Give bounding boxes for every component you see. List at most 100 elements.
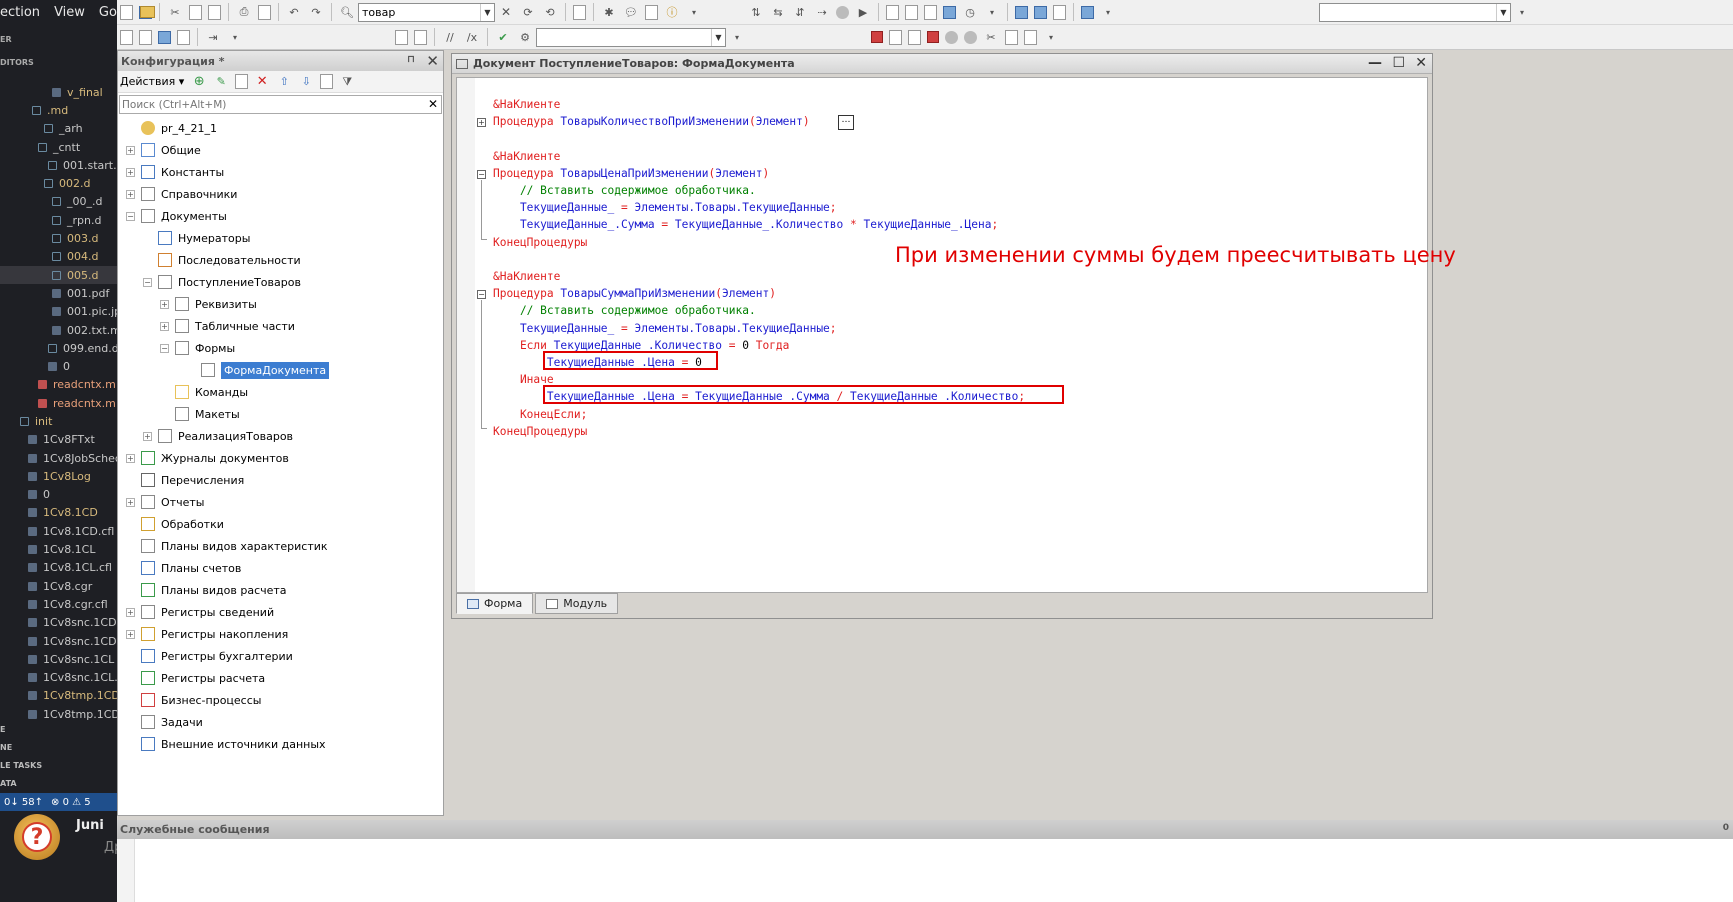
- config-tree-item[interactable]: Регистры расчета: [118, 667, 443, 689]
- file-tree-item[interactable]: _arh: [0, 120, 117, 138]
- run-debug-icon[interactable]: ⇥: [205, 29, 221, 45]
- file-tree-item[interactable]: init: [0, 412, 117, 430]
- procedures-icon[interactable]: ⚙: [517, 29, 533, 45]
- dropdown-icon[interactable]: ▾: [1043, 29, 1059, 45]
- config-tree-item[interactable]: Обработки: [118, 513, 443, 535]
- collapse-icon[interactable]: −: [143, 277, 152, 287]
- config-tree-item[interactable]: − Формы: [118, 337, 443, 359]
- debug-icon-5[interactable]: [945, 30, 958, 44]
- add-icon[interactable]: ⊕: [191, 74, 207, 90]
- collapsed-block-icon[interactable]: …: [838, 115, 854, 130]
- tasks-header[interactable]: LE TASKS: [0, 756, 117, 774]
- file-tree-item[interactable]: v_final: [0, 83, 117, 101]
- file-tree-item[interactable]: 1Cv8JobSchec: [0, 449, 117, 467]
- config-tree-item[interactable]: Регистры бухгалтерии: [118, 645, 443, 667]
- file-tree-item[interactable]: 002.d: [0, 174, 117, 192]
- file-tree-item[interactable]: _00_.d: [0, 193, 117, 211]
- file-tree-item[interactable]: 1Cv8.1CL: [0, 540, 117, 558]
- sort-icon[interactable]: [320, 74, 334, 89]
- config-tree-item[interactable]: + Реквизиты: [118, 293, 443, 315]
- check-syntax-icon[interactable]: ✔: [495, 29, 511, 45]
- config-tree-item[interactable]: + Табличные части: [118, 315, 443, 337]
- syntax-helper-icon[interactable]: [645, 4, 658, 20]
- chevron-down-icon[interactable]: ▼: [1496, 3, 1510, 21]
- file-tree-item[interactable]: 0: [0, 357, 117, 375]
- collapse-icon[interactable]: −: [160, 343, 169, 353]
- tree-icon-3[interactable]: [1053, 4, 1066, 20]
- close-icon[interactable]: ✕: [426, 52, 439, 70]
- config-tree-item[interactable]: − Документы: [118, 205, 443, 227]
- minimize-icon[interactable]: —: [1368, 55, 1382, 71]
- config-tree-item[interactable]: + Журналы документов: [118, 447, 443, 469]
- new-icon[interactable]: [120, 4, 133, 20]
- pin-icon[interactable]: 0: [1723, 823, 1729, 833]
- copy-icon[interactable]: [235, 74, 249, 89]
- data-header[interactable]: ATA: [0, 774, 117, 792]
- module-icon-1[interactable]: [120, 29, 133, 45]
- debug-icon-7[interactable]: ✂: [983, 29, 999, 45]
- info-icon[interactable]: ⓘ: [664, 4, 680, 20]
- file-tree-item[interactable]: 001.pic.jp: [0, 303, 117, 321]
- file-tree-item[interactable]: _rpn.d: [0, 211, 117, 229]
- fold-minus-icon[interactable]: −: [477, 170, 486, 179]
- chevron-down-icon[interactable]: ▼: [711, 28, 725, 46]
- open-editors-header[interactable]: DITORS: [0, 51, 34, 73]
- config-tree-item[interactable]: Команды: [118, 381, 443, 403]
- file-tree-item[interactable]: 002.txt.m: [0, 321, 117, 339]
- breakpoint-icon[interactable]: [871, 31, 883, 43]
- delete-icon[interactable]: ✕: [254, 74, 270, 90]
- search-combo[interactable]: товар ▼: [358, 2, 495, 22]
- menu-item-go[interactable]: Go: [99, 5, 117, 20]
- file-tree-item[interactable]: 001.pdf: [0, 284, 117, 302]
- paste-icon[interactable]: [208, 4, 221, 20]
- file-tree-item[interactable]: 1Cv8snc.1CL.c: [0, 669, 117, 687]
- expand-icon[interactable]: +: [160, 321, 169, 331]
- config-tree-item[interactable]: + РеализацияТоваров: [118, 425, 443, 447]
- fold-plus-icon[interactable]: +: [477, 118, 486, 127]
- configuration-search-input[interactable]: [120, 98, 420, 111]
- print-icon[interactable]: ⎙: [236, 4, 252, 20]
- file-tree-item[interactable]: 1Cv8Log: [0, 467, 117, 485]
- tab-form[interactable]: Форма: [456, 593, 534, 614]
- collapse-icon[interactable]: −: [126, 211, 135, 221]
- dropdown-icon[interactable]: ▾: [1514, 4, 1530, 20]
- config-icon-1[interactable]: [886, 4, 899, 20]
- db-icon-3[interactable]: ⇵: [792, 4, 808, 20]
- config-tree-item[interactable]: + Регистры сведений: [118, 601, 443, 623]
- expand-icon[interactable]: +: [126, 629, 135, 639]
- file-tree-item[interactable]: 1Cv8tmp.1CD: [0, 687, 117, 705]
- file-tree-item[interactable]: .md: [0, 101, 117, 119]
- tree-icon-2[interactable]: [1034, 5, 1047, 19]
- file-tree-item[interactable]: readcntx.m: [0, 376, 117, 394]
- config-tree-item[interactable]: + Общие: [118, 139, 443, 161]
- expand-icon[interactable]: +: [126, 145, 135, 155]
- menu-item-selection[interactable]: ection: [0, 5, 40, 20]
- file-tree-item[interactable]: 1Cv8snc.1CD.c: [0, 632, 117, 650]
- expand-icon[interactable]: +: [160, 299, 169, 309]
- file-tree-item[interactable]: 099.end.d: [0, 339, 117, 357]
- menu-item-view[interactable]: View: [54, 5, 85, 20]
- expand-icon[interactable]: +: [126, 167, 135, 177]
- config-tree-item[interactable]: Планы счетов: [118, 557, 443, 579]
- file-tree-item[interactable]: 1Cv8.1CL.cfl: [0, 559, 117, 577]
- find-prev-icon[interactable]: ⟲: [542, 4, 558, 20]
- file-tree-item[interactable]: 003.d: [0, 229, 117, 247]
- debug-icon-8[interactable]: [1005, 29, 1018, 45]
- config-tree-item[interactable]: Планы видов характеристик: [118, 535, 443, 557]
- config-tree-item[interactable]: Последовательности: [118, 249, 443, 271]
- undo-icon[interactable]: ↶: [286, 4, 302, 20]
- move-down-icon[interactable]: ⇩: [298, 74, 314, 90]
- uncomment-icon[interactable]: /x: [464, 29, 480, 45]
- move-up-icon[interactable]: ⇧: [276, 74, 292, 90]
- copy-icon[interactable]: [189, 4, 202, 20]
- debug-icon-9[interactable]: [1024, 29, 1037, 45]
- config-tree-item[interactable]: Планы видов расчета: [118, 579, 443, 601]
- dropdown-icon[interactable]: ▾: [729, 29, 745, 45]
- find-next-icon[interactable]: ⟳: [520, 4, 536, 20]
- dropdown-icon[interactable]: ▾: [1100, 4, 1116, 20]
- file-tree-item[interactable]: 1Cv8FTxt: [0, 431, 117, 449]
- dropdown-icon[interactable]: ▾: [227, 29, 243, 45]
- file-tree-item[interactable]: 0: [0, 486, 117, 504]
- format-icon-2[interactable]: [414, 29, 427, 45]
- actions-menu[interactable]: Действия ▾: [120, 75, 184, 88]
